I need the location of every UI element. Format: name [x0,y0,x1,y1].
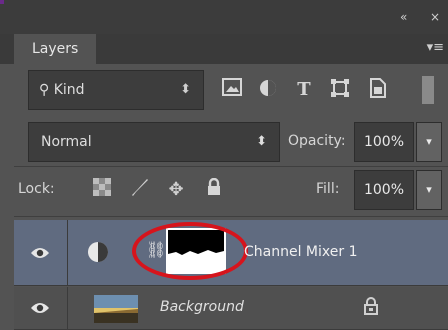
image-filter-icon[interactable] [220,78,244,102]
filter-toggle-switch[interactable] [422,76,434,104]
lock-row: Lock: ✥ Fill: 100% ▾ [14,168,448,212]
visibility-toggle[interactable] [14,287,68,329]
layer-thumbnail[interactable] [94,295,138,323]
adjustment-filter-icon[interactable] [256,78,280,102]
lock-icon [364,297,378,319]
lock-image-pixels-icon[interactable] [128,178,152,202]
fill-label: Fill: [316,181,340,197]
opacity-input[interactable]: 100% [354,122,414,162]
adjustment-layer-icon [88,242,108,262]
app-accent [0,0,4,4]
panel-tab-row: Layers ▾≡ [0,34,448,64]
select-arrows-icon: ⬍ [256,134,267,149]
divider [14,166,448,167]
select-arrows-icon: ⬍ [180,82,191,97]
highlight-circle [132,222,248,280]
close-panel-icon[interactable]: × [430,10,441,24]
layer-row-channel-mixer[interactable]: ⛓ Channel Mixer 1 [14,220,448,286]
blend-mode-value: Normal [41,134,92,150]
lock-label: Lock: [18,181,55,197]
layer-name[interactable]: Channel Mixer 1 [244,244,357,260]
lock-position-icon[interactable]: ✥ [164,178,188,202]
filter-row: ⚲ Kind ⬍ T [14,70,448,116]
collapse-panel-icon[interactable]: « [400,10,408,24]
opacity-label: Opacity: [288,133,346,149]
panel-title-bar: « × [0,0,448,34]
opacity-dropdown-button[interactable]: ▾ [416,122,442,162]
panel-menu-icon[interactable]: ▾≡ [427,40,444,55]
fill-input[interactable]: 100% [354,170,414,210]
eye-icon [31,303,49,313]
layer-name[interactable]: Background [160,299,244,315]
layer-row-background[interactable]: Background [14,287,448,330]
visibility-toggle[interactable] [14,220,68,285]
blend-row: Normal ⬍ Opacity: 100% ▾ [14,122,448,162]
lock-transparent-pixels-icon[interactable] [90,178,114,202]
lock-all-icon[interactable] [202,177,226,202]
type-filter-icon[interactable]: T [292,78,316,102]
divider [14,216,448,217]
blend-mode-select[interactable]: Normal ⬍ [28,122,280,162]
kind-filter-select[interactable]: ⚲ Kind ⬍ [28,70,204,110]
shape-filter-icon[interactable] [328,78,352,102]
eye-icon [31,248,49,258]
kind-label: Kind [53,82,85,98]
fill-dropdown-button[interactable]: ▾ [416,170,442,210]
smart-object-filter-icon[interactable] [366,78,390,102]
tab-layers[interactable]: Layers [14,34,96,64]
search-icon: ⚲ [39,82,50,98]
